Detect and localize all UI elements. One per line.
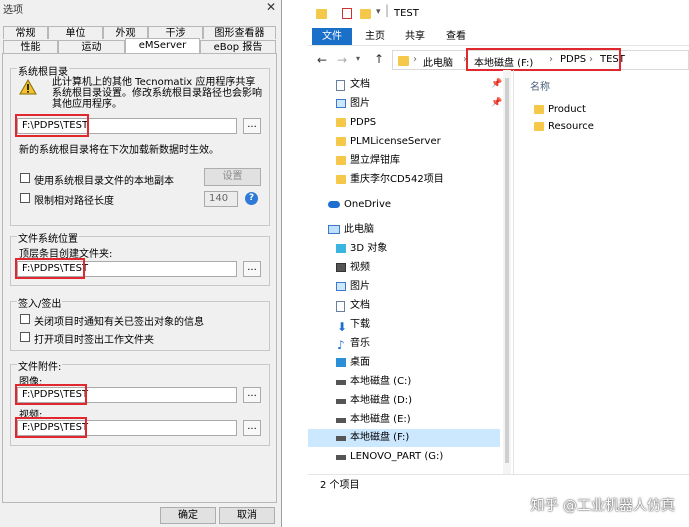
- ribbon-tab-view[interactable]: 查看: [441, 28, 471, 45]
- drive-icon: [336, 418, 346, 423]
- qat-dropdown-icon[interactable]: ▾: [376, 7, 381, 17]
- attachments-title: 文件附件:: [17, 358, 63, 373]
- nav-item-drive-f[interactable]: 本地磁盘 (F:): [308, 429, 500, 447]
- ribbon: 文件 主页 共享 查看: [308, 28, 689, 46]
- system-root-warning: 此计算机上的其他 Tecnomatix 应用程序共享系统根目录设置。修改系统根目…: [52, 77, 262, 110]
- highlight-box: [15, 258, 85, 279]
- status-item-count: 2 个项目: [320, 480, 360, 491]
- folder-icon: [336, 137, 346, 146]
- forward-icon[interactable]: →: [337, 53, 347, 67]
- limit-path-checkbox[interactable]: [20, 193, 30, 203]
- highlight-box: [15, 417, 87, 438]
- picture-icon: [336, 282, 346, 291]
- new-folder-icon[interactable]: [360, 9, 371, 19]
- picture-icon: [336, 99, 346, 108]
- pin-icon[interactable]: 📌: [491, 79, 502, 89]
- pane-divider: [513, 70, 514, 475]
- cloud-icon: [328, 201, 340, 208]
- desktop-icon: [336, 358, 346, 367]
- highlight-box: [15, 114, 89, 137]
- folder-icon: [336, 118, 346, 127]
- nav-scrollbar-thumb[interactable]: [505, 78, 509, 463]
- title-separator: |: [385, 3, 390, 17]
- breadcrumb-sep: ›: [413, 54, 417, 65]
- drive-icon: [336, 399, 346, 404]
- dialog-title: 选项: [3, 5, 23, 16]
- document-icon: [336, 80, 345, 91]
- close-notify-label: 关闭项目时通知有关已签出对象的信息: [34, 317, 204, 328]
- ribbon-tab-file[interactable]: 文件: [312, 28, 352, 45]
- open-checkout-label: 打开项目时签出工作文件夹: [34, 335, 154, 346]
- tab-motion[interactable]: 运动: [58, 40, 125, 53]
- system-root-title: 系统根目录: [17, 63, 69, 78]
- watermark: 知乎 @工业机器人仿真: [530, 498, 675, 514]
- folder-icon: [534, 105, 544, 114]
- column-header-name[interactable]: 名称: [530, 78, 550, 93]
- folder-icon: [398, 56, 409, 66]
- tab-general[interactable]: 常规: [3, 26, 48, 39]
- limit-path-value[interactable]: 140: [204, 191, 238, 207]
- pin-icon[interactable]: 📌: [491, 98, 502, 108]
- warning-icon: [19, 79, 37, 95]
- computer-icon: [328, 225, 340, 234]
- status-divider: [308, 474, 689, 475]
- file-system-title: 文件系统位置: [17, 230, 79, 245]
- tab-emserver[interactable]: eMServer: [125, 38, 200, 54]
- top-folder-browse-button[interactable]: ...: [243, 261, 261, 277]
- nav-scrollbar[interactable]: [503, 70, 511, 475]
- document-icon: [336, 301, 345, 312]
- limit-path-label: 限制相对路径长度: [34, 196, 114, 207]
- tab-units[interactable]: 单位: [48, 26, 103, 39]
- music-icon: ♪: [337, 338, 345, 352]
- highlight-box: [466, 48, 621, 71]
- recent-dropdown-icon[interactable]: ▾: [356, 54, 360, 63]
- checkin-title: 签入/签出: [17, 295, 63, 310]
- tab-graphics-viewer[interactable]: 图形查看器: [203, 26, 276, 39]
- tab-performance[interactable]: 性能: [3, 40, 58, 53]
- ok-button[interactable]: 确定: [160, 507, 216, 524]
- window-title: TEST: [394, 8, 419, 19]
- drive-icon: [336, 436, 346, 441]
- video-browse-button[interactable]: ...: [243, 420, 261, 436]
- close-icon[interactable]: ✕: [266, 0, 276, 14]
- drive-icon: [336, 455, 346, 460]
- folder-icon: [534, 122, 544, 131]
- local-copy-checkbox[interactable]: [20, 173, 30, 183]
- open-checkout-checkbox[interactable]: [20, 332, 30, 342]
- folder-icon: [316, 9, 327, 19]
- system-root-note: 新的系统根目录将在下次加载新数据时生效。: [19, 145, 219, 156]
- ribbon-tab-home[interactable]: 主页: [360, 28, 390, 45]
- close-notify-checkbox[interactable]: [20, 314, 30, 324]
- navigation-bar: ← → ▾ ↑ › 此电脑 › 本地磁盘 (F:) › PDPS › TEST: [308, 48, 689, 71]
- image-browse-button[interactable]: ...: [243, 387, 261, 403]
- options-dialog: 选项 ✕ 常规 单位 外观 干涉 图形查看器 性能 运动 eMServer eB…: [0, 0, 282, 527]
- tab-ebop-report[interactable]: eBop 报告: [200, 40, 276, 53]
- drive-icon: [336, 380, 346, 385]
- ribbon-tab-share[interactable]: 共享: [400, 28, 430, 45]
- help-icon[interactable]: ?: [245, 192, 258, 205]
- cube-icon: [336, 244, 346, 253]
- file-explorer-window: ▾ | TEST 文件 主页 共享 查看 ← → ▾ ↑ › 此电脑 › 本地磁…: [308, 0, 689, 527]
- video-icon: [336, 263, 346, 272]
- back-icon[interactable]: ←: [317, 53, 327, 67]
- local-copy-label: 使用系统根目录文件的本地副本: [34, 176, 174, 187]
- folder-icon: [336, 156, 346, 165]
- download-icon: ⬇: [337, 320, 348, 334]
- up-icon[interactable]: ↑: [374, 52, 384, 66]
- cancel-button[interactable]: 取消: [219, 507, 275, 524]
- system-root-browse-button[interactable]: ...: [243, 118, 261, 134]
- settings-button[interactable]: 设置: [204, 168, 261, 186]
- highlight-box: [15, 384, 87, 405]
- properties-icon[interactable]: [342, 8, 352, 19]
- folder-icon: [336, 175, 346, 184]
- breadcrumb-this-pc[interactable]: 此电脑: [423, 54, 453, 69]
